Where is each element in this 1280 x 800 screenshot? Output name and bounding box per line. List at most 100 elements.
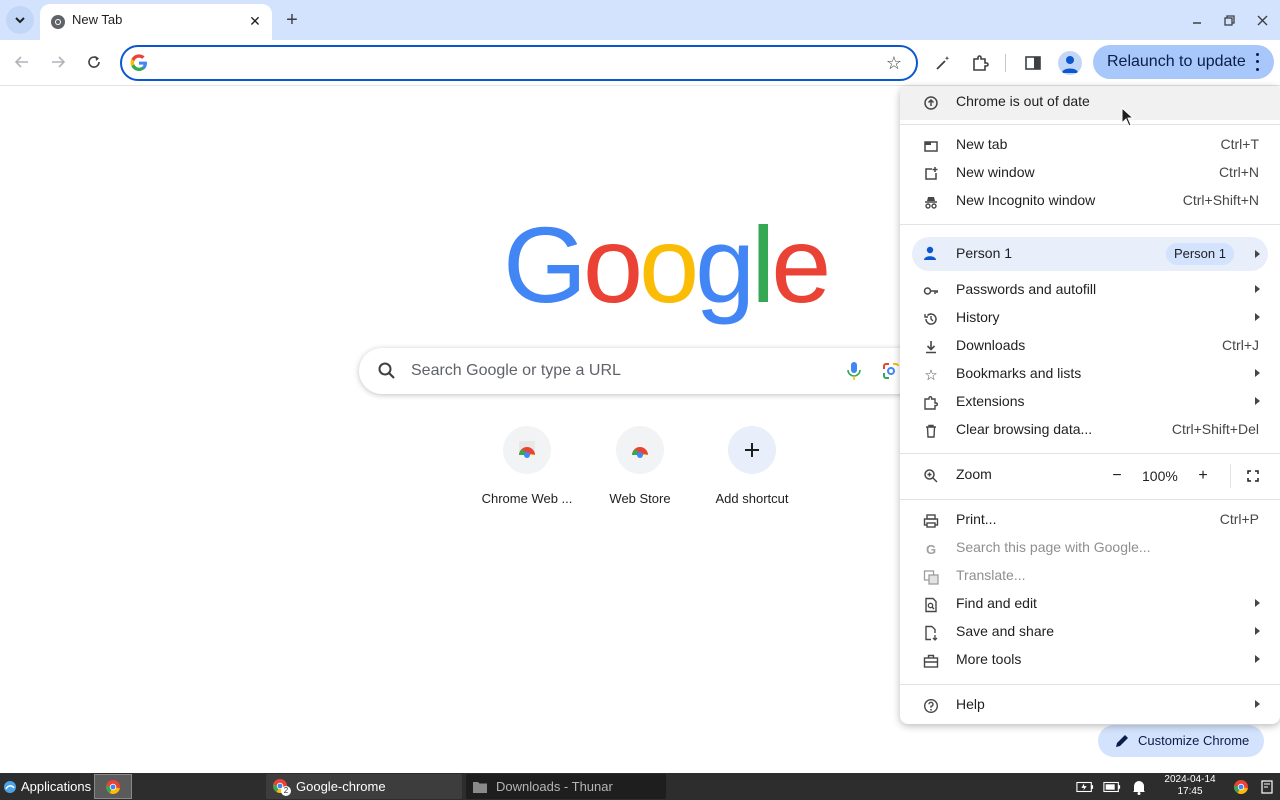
menu-item-person[interactable]: Person 1 Person 1 [912, 237, 1268, 271]
reload-button[interactable] [82, 50, 106, 74]
menu-divider [900, 499, 1280, 500]
taskbar-item-chrome[interactable]: 2 Google-chrome [266, 774, 462, 799]
xfce-logo-icon [4, 780, 16, 793]
menu-item-new-tab[interactable]: New tab Ctrl+T [900, 131, 1280, 159]
menu-item-save-and-share[interactable]: Save and share [900, 618, 1280, 646]
close-window-icon[interactable] [1252, 10, 1272, 30]
back-button[interactable] [10, 50, 34, 74]
clock-date: 2024-04-14 [1164, 774, 1216, 785]
google-lens-icon[interactable] [881, 361, 901, 381]
zoom-divider [1230, 464, 1231, 488]
menu-item-new-incognito[interactable]: New Incognito window Ctrl+Shift+N [900, 187, 1280, 215]
translate-icon [922, 568, 940, 586]
submenu-arrow-icon [1255, 700, 1260, 708]
trash-icon [922, 422, 940, 440]
power-status-icon[interactable] [1103, 778, 1121, 796]
menu-item-find-and-edit[interactable]: Find and edit [900, 590, 1280, 618]
customize-chrome-button[interactable]: Customize Chrome [1098, 725, 1264, 757]
close-tab-icon[interactable]: ✕ [246, 12, 264, 30]
restore-icon[interactable] [1219, 10, 1239, 30]
tab-new-tab[interactable]: New Tab ✕ [40, 4, 272, 40]
menu-item-label: Downloads [956, 337, 1026, 353]
search-icon [378, 362, 395, 379]
menu-item-passwords[interactable]: Passwords and autofill [900, 276, 1280, 304]
taskbar-item-thunar[interactable]: Downloads - Thunar [466, 774, 666, 799]
applications-menu-button[interactable]: Applications [2, 776, 91, 797]
shortcut-tile[interactable]: Chrome Web ... [471, 426, 583, 516]
toolbar: ☆ Relaunch to update [0, 40, 1280, 86]
clock-time: 17:45 [1177, 786, 1203, 797]
zoom-in-button[interactable]: + [1191, 464, 1215, 488]
chrome-launcher-button[interactable] [94, 774, 132, 799]
profile-avatar[interactable] [1058, 51, 1082, 75]
submenu-arrow-icon [1255, 599, 1260, 607]
menu-item-label: Chrome is out of date [956, 93, 1090, 109]
relaunch-label: Relaunch to update [1107, 53, 1246, 70]
menu-item-new-window[interactable]: New window Ctrl+N [900, 159, 1280, 187]
toolbox-icon [922, 652, 940, 670]
menu-item-label: Clear browsing data... [956, 421, 1093, 437]
applications-label: Applications [21, 779, 92, 794]
bookmark-star-icon[interactable]: ☆ [884, 53, 904, 73]
window-count-badge: 2 [281, 785, 291, 796]
key-icon [922, 282, 940, 300]
menu-item-history[interactable]: History [900, 304, 1280, 332]
chrome-tray-icon[interactable] [1232, 778, 1250, 796]
shortcut-tile[interactable]: Web Store [584, 426, 696, 516]
incognito-icon [922, 193, 940, 211]
menu-item-out-of-date[interactable]: Chrome is out of date [900, 86, 1280, 120]
menu-item-shortcut: Ctrl+N [1218, 164, 1259, 180]
magic-wand-icon[interactable] [932, 52, 954, 74]
menu-item-bookmarks[interactable]: ☆ Bookmarks and lists [900, 360, 1280, 388]
menu-item-print[interactable]: Print... Ctrl+P [900, 506, 1280, 534]
clock[interactable]: 2024-04-14 17:45 [1160, 774, 1220, 798]
save-share-icon [922, 624, 940, 642]
fullscreen-button[interactable] [1241, 464, 1265, 488]
menu-item-extensions[interactable]: Extensions [900, 388, 1280, 416]
pencil-icon [1116, 735, 1128, 747]
menu-item-label: Find and edit [956, 595, 1037, 611]
new-tab-button[interactable]: + [280, 8, 304, 32]
zoom-out-button[interactable]: − [1105, 464, 1129, 488]
toolbar-divider [1005, 54, 1006, 72]
menu-item-clear-browsing-data[interactable]: Clear browsing data... Ctrl+Shift+Del [900, 416, 1280, 444]
menu-item-label: Print... [956, 511, 997, 527]
extensions-puzzle-icon[interactable] [969, 52, 991, 74]
battery-charging-icon[interactable] [1076, 778, 1094, 796]
menu-item-label: Search this page with Google... [956, 539, 1151, 555]
add-shortcut-tile[interactable]: Add shortcut [696, 426, 808, 516]
chrome-icon: 2 [272, 778, 291, 796]
reload-icon [88, 56, 100, 68]
side-panel-icon[interactable] [1022, 52, 1044, 74]
menu-item-downloads[interactable]: Downloads Ctrl+J [900, 332, 1280, 360]
minimize-icon[interactable] [1187, 10, 1207, 30]
menu-item-search-page[interactable]: G Search this page with Google... [900, 534, 1280, 562]
ntp-search-box[interactable]: Search Google or type a URL [359, 348, 939, 394]
arrow-right-icon [52, 56, 66, 68]
kebab-menu-icon [1248, 51, 1266, 73]
relaunch-to-update-button[interactable]: Relaunch to update [1093, 45, 1274, 79]
menu-item-more-tools[interactable]: More tools [900, 646, 1280, 674]
menu-divider [900, 684, 1280, 685]
microphone-icon[interactable] [845, 361, 863, 381]
menu-item-label: New Incognito window [956, 192, 1096, 208]
notification-bell-icon[interactable] [1130, 778, 1148, 796]
menu-item-translate[interactable]: Translate... [900, 562, 1280, 590]
menu-item-help[interactable]: Help [900, 691, 1280, 719]
tab-search-button[interactable] [6, 6, 34, 34]
address-bar[interactable]: ☆ [120, 45, 918, 81]
google-logo: Google [503, 204, 831, 325]
menu-item-label: Zoom [956, 466, 992, 482]
menu-item-label: New tab [956, 136, 1008, 152]
person-icon [1062, 56, 1078, 73]
customize-chrome-label: Customize Chrome [1138, 733, 1250, 748]
google-g-icon: G [925, 541, 937, 557]
update-circle-icon [922, 94, 940, 112]
menu-item-label: Passwords and autofill [956, 281, 1097, 297]
folder-icon [473, 781, 487, 793]
menu-item-label: Extensions [956, 393, 1025, 409]
show-desktop-icon[interactable] [1258, 778, 1276, 796]
chrome-favicon-icon [51, 15, 65, 29]
forward-button[interactable] [46, 50, 70, 74]
menu-item-label: Translate... [956, 567, 1026, 583]
